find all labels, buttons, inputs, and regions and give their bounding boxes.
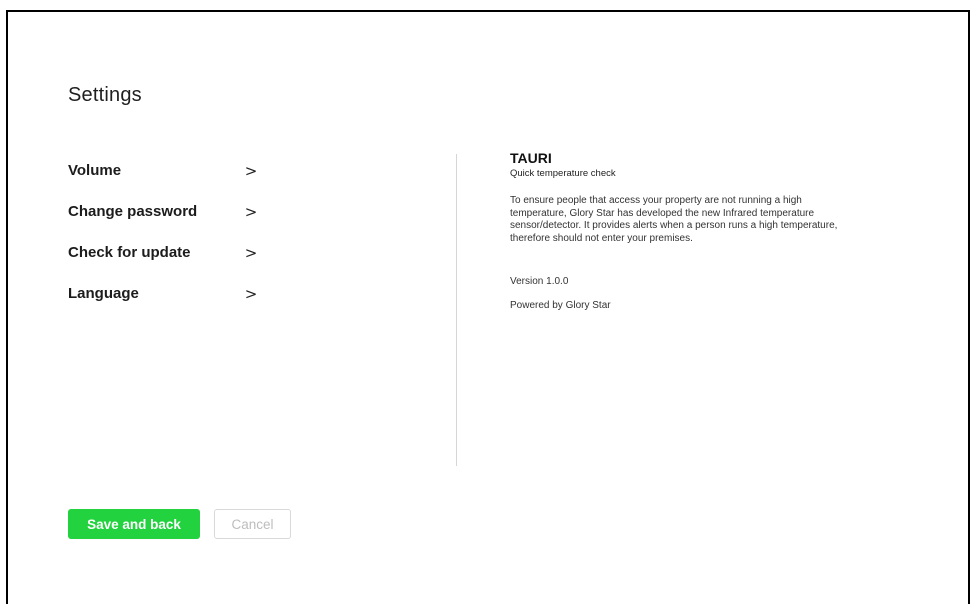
chevron-right-icon: > bbox=[244, 202, 258, 221]
menu-item-language[interactable]: Language > bbox=[68, 273, 258, 314]
menu-item-volume[interactable]: Volume > bbox=[68, 150, 258, 191]
menu-item-label: Check for update bbox=[68, 244, 191, 261]
page-title: Settings bbox=[68, 84, 142, 106]
settings-window: Settings Volume > Change password > Chec… bbox=[6, 10, 970, 604]
menu-item-label: Change password bbox=[68, 203, 198, 220]
chevron-right-icon: > bbox=[244, 161, 258, 180]
menu-item-label: Volume bbox=[68, 162, 122, 179]
menu-item-change-password[interactable]: Change password > bbox=[68, 191, 258, 232]
cancel-button[interactable]: Cancel bbox=[214, 509, 291, 539]
chevron-right-icon: > bbox=[244, 243, 258, 262]
menu-item-label: Language bbox=[68, 285, 139, 302]
product-name: TAURI bbox=[510, 150, 552, 166]
version-text: Version 1.0.0 bbox=[510, 276, 569, 287]
chevron-right-icon: > bbox=[244, 284, 258, 303]
product-info-panel: TAURI Quick temperature check To ensure … bbox=[510, 150, 840, 311]
vertical-divider bbox=[456, 154, 457, 466]
product-subtitle: Quick temperature check bbox=[510, 168, 616, 179]
product-description: To ensure people that access your proper… bbox=[510, 195, 838, 244]
action-bar: Save and back Cancel bbox=[68, 509, 291, 539]
powered-by-text: Powered by Glory Star bbox=[510, 300, 611, 311]
save-and-back-button[interactable]: Save and back bbox=[68, 509, 200, 539]
settings-menu: Volume > Change password > Check for upd… bbox=[68, 150, 258, 314]
menu-item-check-for-update[interactable]: Check for update > bbox=[68, 232, 258, 273]
